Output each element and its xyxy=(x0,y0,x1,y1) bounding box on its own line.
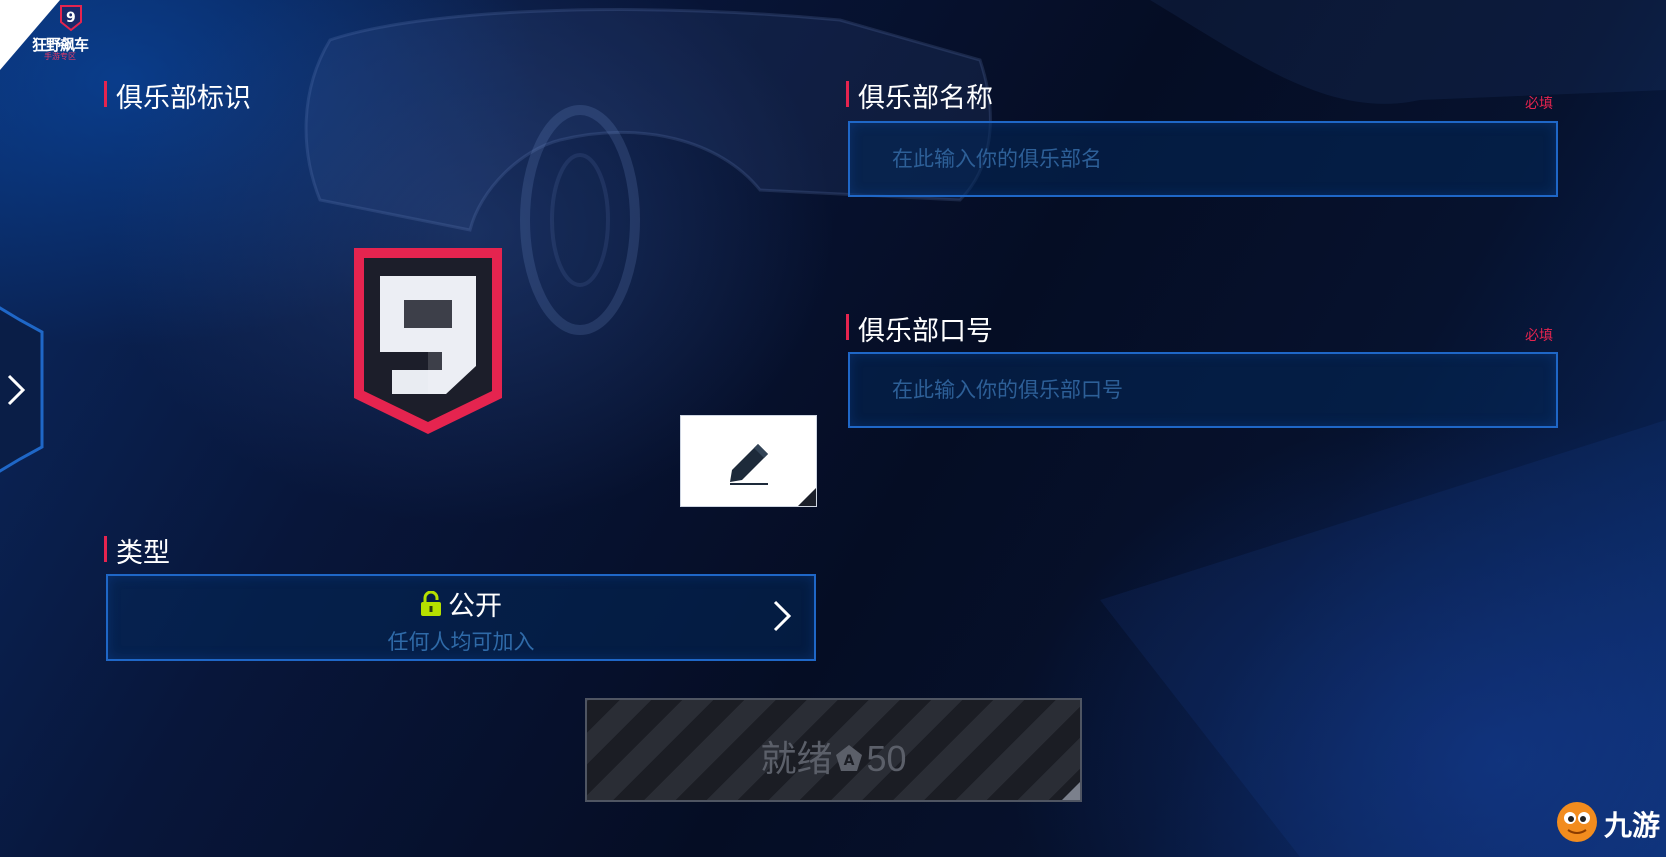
club-slogan-input[interactable] xyxy=(850,354,1556,426)
watermark-logo: 九游 xyxy=(1554,796,1664,846)
pencil-icon xyxy=(730,444,768,485)
club-name-field[interactable] xyxy=(848,121,1558,197)
ready-button-cost: 50 xyxy=(866,738,907,779)
app-logo-subtitle: 手游专区 xyxy=(44,52,76,61)
watermark-text: 九游 xyxy=(1604,809,1661,842)
corner-notch xyxy=(798,488,816,506)
club-shield-9-icon xyxy=(354,248,502,434)
corner-notch xyxy=(1062,782,1080,800)
ready-button-content: 就绪 A 50 xyxy=(587,730,1080,782)
mascot-icon xyxy=(1557,802,1597,842)
edit-emblem-button[interactable] xyxy=(680,415,817,507)
unlock-icon xyxy=(421,591,441,616)
club-type-selector[interactable]: 公开 任何人均可加入 xyxy=(106,574,816,661)
club-type-label: 类型 xyxy=(104,531,170,570)
chevron-right-icon xyxy=(7,374,26,406)
chevron-right-icon xyxy=(773,600,792,632)
club-type-value: 公开 xyxy=(448,591,502,622)
token-icon: A xyxy=(836,745,863,771)
club-slogan-label: 俱乐部口号 xyxy=(846,309,993,348)
club-emblem-label: 俱乐部标识 xyxy=(104,76,251,115)
club-name-input[interactable] xyxy=(850,123,1556,195)
side-drawer-tab[interactable] xyxy=(0,302,52,477)
club-type-description: 任何人均可加入 xyxy=(387,630,535,654)
club-slogan-required: 必填 xyxy=(1525,328,1553,344)
svg-text:9: 9 xyxy=(66,10,76,26)
club-name-label: 俱乐部名称 xyxy=(846,76,993,115)
club-slogan-field[interactable] xyxy=(848,352,1558,428)
ready-button-label: 就绪 xyxy=(760,738,833,779)
app-logo: 9 狂野飙车 手游专区 xyxy=(0,0,130,70)
ready-button[interactable]: 就绪 A 50 xyxy=(585,698,1082,802)
club-name-required: 必填 xyxy=(1525,96,1553,112)
svg-text:A: A xyxy=(844,753,855,769)
club-type-value-row: 公开 xyxy=(108,584,814,623)
